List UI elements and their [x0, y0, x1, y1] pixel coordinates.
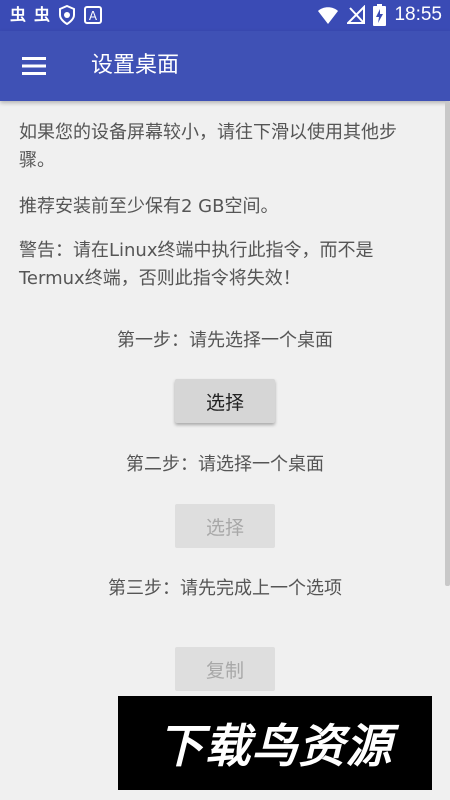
clock: 18:55 — [394, 4, 442, 25]
shield-icon — [59, 5, 76, 25]
small-screen-hint: 如果您的设备屏幕较小，请往下滑以使用其他步骤。 — [19, 122, 397, 171]
menu-button[interactable] — [12, 44, 56, 88]
step1-label: 第一步：请先选择一个桌面 — [117, 330, 333, 351]
step2-label: 第二步：请选择一个桌面 — [126, 454, 324, 475]
wifi-icon — [318, 7, 339, 24]
battery-charging-icon — [373, 4, 387, 26]
step2-select-button[interactable]: 选择 — [175, 504, 275, 548]
copy-button[interactable]: 复制 — [175, 647, 275, 691]
app-badge-letter: A — [89, 9, 98, 23]
status-left: 虫 虫 A — [10, 4, 103, 26]
scrollbar[interactable] — [445, 101, 450, 586]
no-signal-icon — [347, 5, 366, 24]
status-right: 18:55 — [317, 3, 442, 27]
screen: 虫 虫 A 18:55 设置桌面 如果您的设备屏幕较小，请往下滑以使用其他步骤。… — [0, 0, 450, 800]
step3-label: 第三步：请先完成上一个选项 — [108, 578, 342, 599]
page-title: 设置桌面 — [91, 53, 180, 78]
watermark-text: 下载鸟资源 — [157, 719, 393, 773]
bug-icon: 虫 — [34, 5, 51, 24]
hamburger-menu-icon — [22, 57, 46, 75]
app-bar: 设置桌面 — [0, 31, 450, 101]
warning-text: 警告：请在Linux终端中执行此指令，而不是Termux终端，否则此指令将失效！ — [19, 240, 374, 289]
app-notification-icon: A — [84, 6, 103, 24]
step1-select-button[interactable]: 选择 — [175, 379, 275, 423]
bug-icon: 虫 — [10, 5, 27, 24]
watermark-banner: 下载鸟资源 — [118, 696, 432, 790]
status-bar: 虫 虫 A 18:55 — [0, 0, 450, 31]
storage-hint: 推荐安装前至少保有2 GB空间。 — [19, 196, 279, 217]
